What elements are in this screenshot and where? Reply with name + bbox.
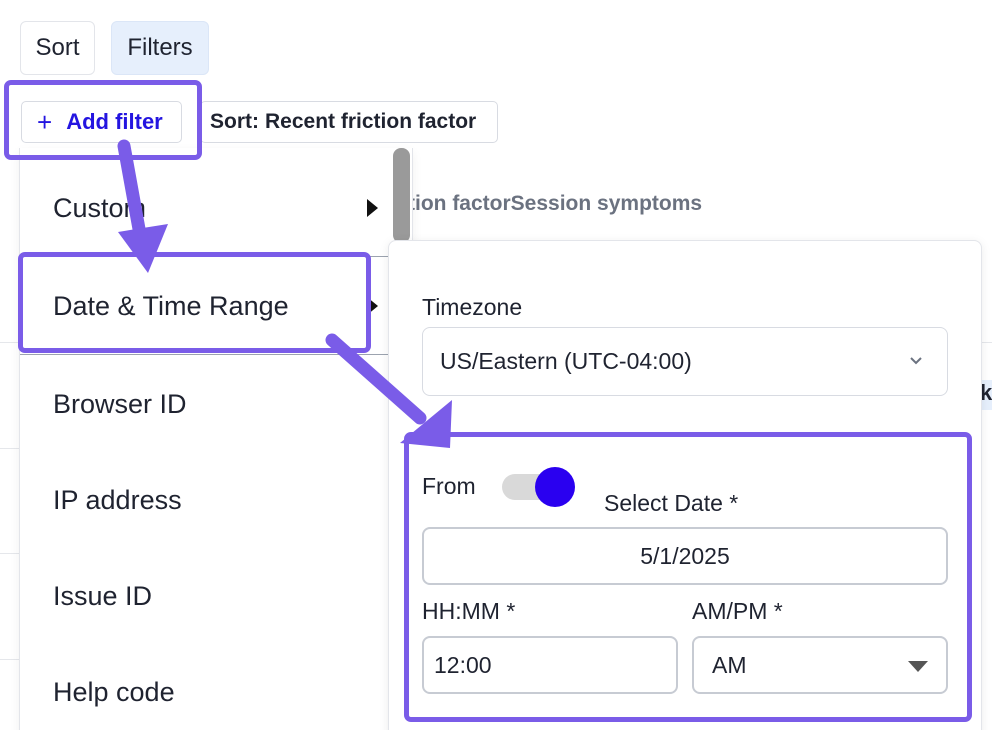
arrow-icon: [325, 333, 452, 448]
arrow-icon: [117, 139, 168, 273]
annotation-arrows: [117, 139, 452, 448]
